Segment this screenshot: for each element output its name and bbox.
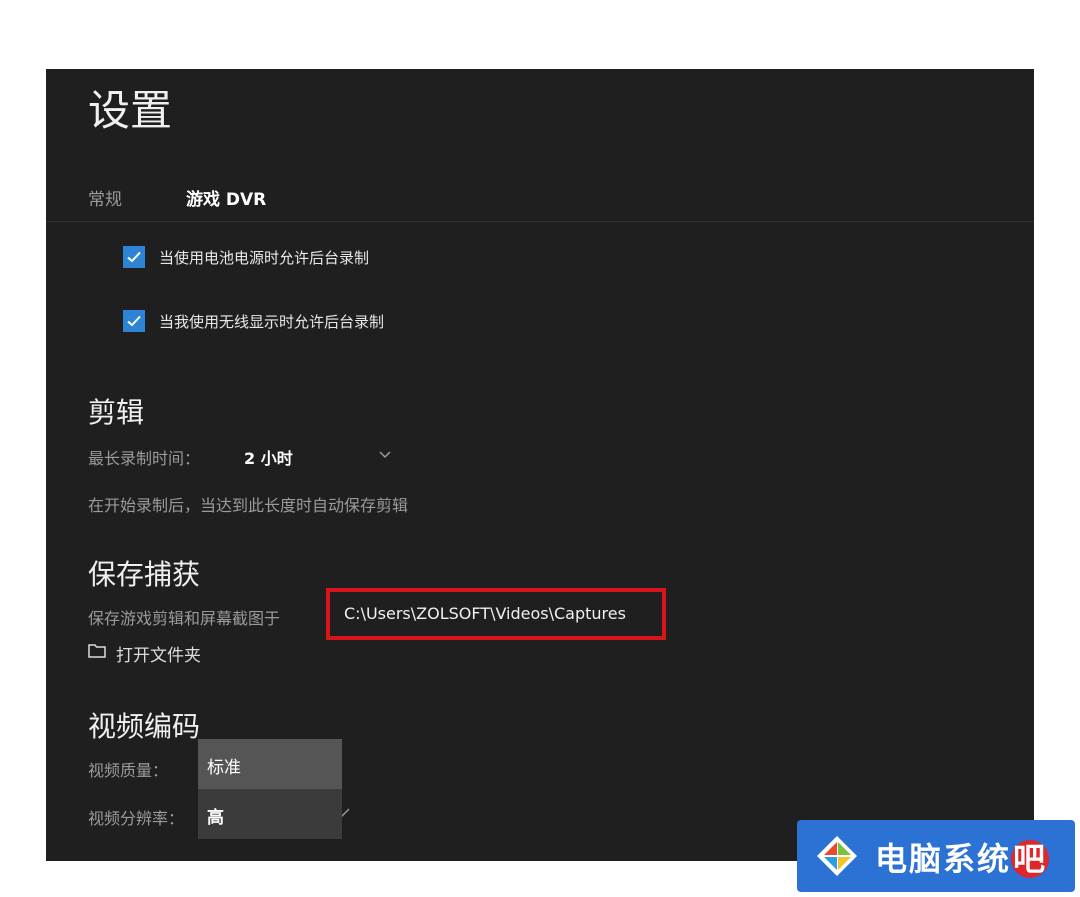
tab-divider xyxy=(46,221,1034,222)
folder-icon xyxy=(88,644,106,658)
save-location-label: 保存游戏剪辑和屏幕截图于 xyxy=(88,609,281,628)
video-quality-label: 视频质量： xyxy=(88,761,169,780)
checkmark-icon xyxy=(127,315,141,327)
wireless-display-recording-label: 当我使用无线显示时允许后台录制 xyxy=(159,313,385,331)
max-length-label: 最长录制时间： xyxy=(88,449,201,468)
clip-length-description: 在开始录制后，当达到此长度时自动保存剪辑 xyxy=(88,496,409,515)
max-length-value: 2 小时 xyxy=(244,449,293,468)
tab-general[interactable]: 常规 xyxy=(88,185,122,210)
battery-recording-label: 当使用电池电源时允许后台录制 xyxy=(159,249,370,267)
quality-option-standard[interactable]: 标准 xyxy=(198,739,342,789)
tab-game-dvr[interactable]: 游戏 DVR xyxy=(186,185,266,210)
windows-logo-icon xyxy=(817,836,857,876)
chevron-down-icon xyxy=(379,451,391,459)
video-encoding-heading: 视频编码 xyxy=(88,710,201,743)
battery-recording-checkbox[interactable] xyxy=(123,246,145,268)
watermark-badge: 电脑系统吧 xyxy=(797,820,1075,892)
quality-option-high[interactable]: 高 xyxy=(198,789,342,839)
capture-path: C:\Users\ZOLSOFT\Videos\Captures xyxy=(344,604,626,623)
settings-panel: 设置 常规 游戏 DVR 当使用电池电源时允许后台录制 当我使用无线显示时允许后… xyxy=(46,69,1034,861)
max-length-select[interactable]: 2 小时 xyxy=(244,443,404,468)
page-title: 设置 xyxy=(88,86,173,135)
watermark-last-char: 吧 xyxy=(1011,840,1050,878)
wireless-display-recording-checkbox[interactable] xyxy=(123,310,145,332)
clips-heading: 剪辑 xyxy=(88,396,145,429)
checkmark-icon xyxy=(127,251,141,263)
save-captures-heading: 保存捕获 xyxy=(88,558,201,591)
open-folder-label: 打开文件夹 xyxy=(116,646,201,666)
watermark-text: 电脑系统吧 xyxy=(875,834,1050,880)
watermark-main-text: 电脑系统 xyxy=(875,840,1012,878)
video-resolution-label: 视频分辨率： xyxy=(88,809,185,828)
